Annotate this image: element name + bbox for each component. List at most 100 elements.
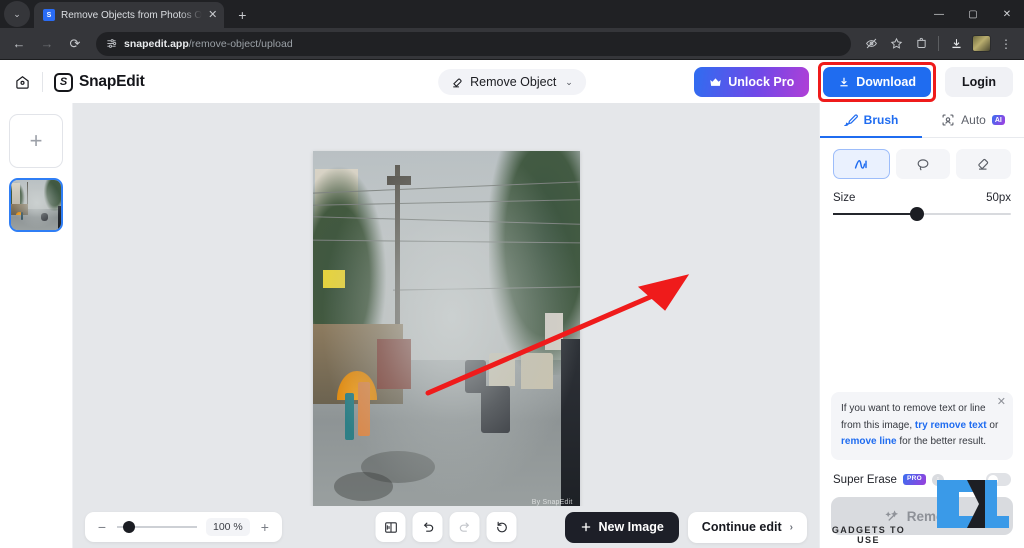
editor-canvas[interactable]: By SnapEdit [73,103,819,548]
redo-icon [459,522,469,532]
back-icon[interactable]: ← [6,31,32,57]
login-label: Login [961,75,996,89]
undo-icon [423,522,433,532]
tab-strip: ⌄ S Remove Objects from Photos O ✕ + — ▢… [0,0,1024,28]
profile-avatar[interactable] [969,32,993,56]
brand-name: SnapEdit [79,73,145,90]
browser-tab[interactable]: S Remove Objects from Photos O ✕ [34,2,225,28]
add-image-button[interactable]: + [9,114,63,168]
image-sidebar: + [0,103,73,548]
brush-size-row: Size 50px [820,179,1024,204]
history-tools [375,512,517,542]
brush-size-slider[interactable] [820,204,1024,221]
lasso-tool-button[interactable] [895,149,951,179]
tools-panel: Brush Auto AI Size 50px ✕ If you want to… [819,103,1024,548]
thumbnail-scene [11,180,61,230]
tab-close-icon[interactable]: ✕ [208,9,217,21]
brand-logo[interactable]: S SnapEdit [54,72,145,92]
tab-brush[interactable]: Brush [820,103,922,138]
tab-auto[interactable]: Auto AI [922,103,1024,137]
login-button[interactable]: Login [944,67,1013,97]
info-text-after: for the better result. [896,435,987,447]
super-erase-label: Super Erase [833,473,897,486]
browser-menu-icon[interactable]: ⋮ [994,32,1018,56]
url-path: /remove-object/upload [188,37,293,50]
chevron-right-icon: › [789,521,793,533]
downloads-icon[interactable] [944,32,968,56]
bottom-toolbar: − 100 % + New Image Continue edit › [73,506,819,548]
site-settings-icon[interactable] [106,38,117,49]
lasso-icon [917,158,929,171]
star-icon[interactable] [884,32,908,56]
photo-preview[interactable]: By SnapEdit [312,151,580,512]
zoom-value: 100 % [206,518,250,536]
app-header: S SnapEdit Remove Object ⌄ Unlock Pro Do… [0,61,1024,103]
window-close-button[interactable]: ✕ [990,0,1024,28]
reload-icon[interactable]: ⟳ [62,31,88,57]
brush-tool-button[interactable] [833,149,890,179]
continue-edit-button[interactable]: Continue edit › [687,511,807,543]
panel-spacer [820,215,1024,392]
tab-title: Remove Objects from Photos O [61,9,203,21]
super-erase-toggle[interactable] [986,473,1011,486]
browser-action-icons: ⋮ [859,32,1018,56]
toolbar-divider [938,36,939,51]
pro-badge: PRO [902,474,926,485]
window-controls: — ▢ ✕ [922,0,1024,28]
remove-line-link[interactable]: remove line [841,436,897,447]
redo-button[interactable] [449,512,480,542]
forward-icon[interactable]: → [34,31,60,57]
zoom-in-button[interactable]: + [259,519,271,535]
eraser-tool-button[interactable] [956,149,1012,179]
photo-watermark: By SnapEdit [531,499,573,506]
eraser-icon [453,78,462,87]
photo-scene [312,151,580,512]
browser-toolbar: ← → ⟳ snapedit.app/remove-object/upload [0,28,1024,60]
info-tip-box: ✕ If you want to remove text or line fro… [831,392,1013,460]
undo-button[interactable] [412,512,443,542]
info-icon[interactable]: i [931,473,944,486]
download-label: Download [856,75,916,89]
continue-edit-label: Continue edit [701,520,782,534]
eye-slash-icon[interactable] [859,32,883,56]
header-actions: Unlock Pro Download Login [694,62,1013,102]
magic-wand-icon [885,509,898,521]
new-image-button[interactable]: New Image [565,511,679,543]
window-minimize-button[interactable]: — [922,0,956,28]
info-close-icon[interactable]: ✕ [997,397,1006,408]
zoom-out-button[interactable]: − [96,519,108,535]
snapedit-app: S SnapEdit Remove Object ⌄ Unlock Pro Do… [0,61,1024,548]
compare-view-button[interactable] [375,512,406,542]
mode-selector[interactable]: Remove Object ⌄ [438,69,586,95]
brand-mark-icon: S [54,72,73,92]
unlock-pro-button[interactable]: Unlock Pro [694,67,810,97]
download-button[interactable]: Download [823,67,931,97]
brush-stroke-icon [854,159,867,169]
reset-button[interactable] [486,512,517,542]
zoom-slider[interactable] [117,521,197,533]
tab-search-icon[interactable]: ⌄ [4,1,30,27]
home-icon[interactable] [13,73,31,91]
super-erase-row: Super Erase PRO i [820,460,1024,486]
app-body: + By SnapEdit Brush Auto AI Size 50px ✕ … [0,103,1024,548]
zoom-control[interactable]: − 100 % + [85,512,282,542]
address-bar[interactable]: snapedit.app/remove-object/upload [96,31,851,56]
download-icon [840,77,848,87]
image-thumbnail[interactable] [9,178,63,232]
download-highlight: Download [818,62,936,102]
remove-button-label: Remove [906,508,960,524]
panel-tabs: Brush Auto AI [820,103,1024,138]
window-maximize-button[interactable]: ▢ [956,0,990,28]
slider-track [833,207,1011,221]
eraser-icon [977,158,988,170]
tab-brush-label: Brush [863,113,899,127]
tab-favicon-icon: S [43,9,55,21]
watermark-text: GADGETS TO USE [831,525,906,545]
crown-icon [710,77,721,86]
new-tab-button[interactable]: + [230,3,254,27]
remove-text-link[interactable]: try remove text [915,420,987,431]
extensions-icon[interactable] [909,32,933,56]
ai-badge: AI [991,115,1005,125]
brush-size-value: 50px [986,192,1011,204]
header-divider [42,72,43,92]
